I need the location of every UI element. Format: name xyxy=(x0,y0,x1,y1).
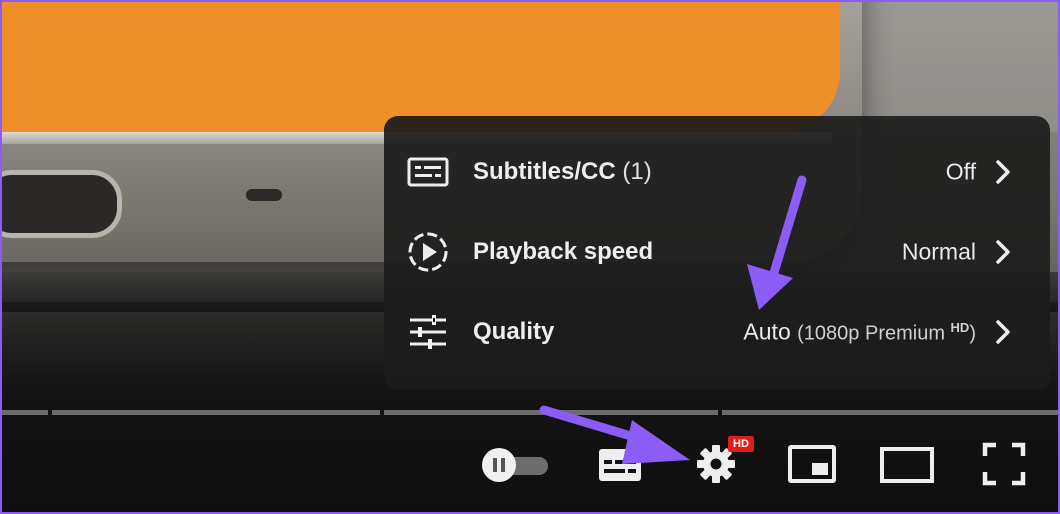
quality-mode: Auto xyxy=(743,318,791,345)
hd-badge: HD xyxy=(728,436,754,452)
menu-item-label: Subtitles/CC (1) xyxy=(473,158,652,186)
fullscreen-icon[interactable] xyxy=(982,442,1026,486)
menu-item-playback-speed[interactable]: Playback speed Normal xyxy=(384,212,1050,292)
quality-value: Auto (1080p Premium HD) xyxy=(743,319,976,346)
chevron-right-icon xyxy=(996,240,1010,264)
playback-speed-icon xyxy=(408,232,448,272)
chevron-right-icon xyxy=(996,320,1010,344)
settings-menu: Subtitles/CC (1) Off Playback speed Norm… xyxy=(384,116,1050,390)
playback-speed-value: Normal xyxy=(901,238,976,265)
quality-resolution: (1080p Premium xyxy=(797,322,945,345)
miniplayer-icon[interactable] xyxy=(788,444,836,484)
quality-hd-superscript: HD xyxy=(950,319,970,335)
autoplay-toggle[interactable] xyxy=(482,448,548,482)
menu-item-quality[interactable]: Quality Auto (1080p Premium HD) xyxy=(384,292,1050,372)
progress-chapter-segment[interactable] xyxy=(384,410,718,415)
subtitles-button[interactable] xyxy=(598,448,642,482)
subtitles-value: Off xyxy=(945,158,976,185)
progress-chapter-segment[interactable] xyxy=(52,410,380,415)
progress-chapter-segment[interactable] xyxy=(2,410,48,415)
playback-speed-label: Playback speed xyxy=(473,238,654,265)
theater-mode-icon[interactable] xyxy=(880,447,934,483)
autoplay-knob xyxy=(482,448,516,482)
quality-detail-close: ) xyxy=(969,322,976,345)
quality-detail: (1080p Premium HD) xyxy=(797,319,976,345)
progress-chapter-segment[interactable] xyxy=(722,410,1058,415)
progress-bar[interactable] xyxy=(2,410,1058,415)
quality-sliders-icon xyxy=(410,315,446,349)
subtitles-icon xyxy=(407,157,449,187)
pause-icon xyxy=(493,458,505,472)
subtitles-label: Subtitles/CC xyxy=(473,158,616,185)
menu-item-subtitles[interactable]: Subtitles/CC (1) Off xyxy=(384,132,1050,212)
video-mic-hole xyxy=(246,189,282,201)
video-player[interactable]: Subtitles/CC (1) Off Playback speed Norm… xyxy=(0,0,1060,514)
quality-label: Quality xyxy=(473,318,555,345)
video-phone-back xyxy=(2,2,840,132)
subtitles-count: (1) xyxy=(622,158,652,185)
chevron-right-icon xyxy=(996,160,1010,184)
video-usb-port xyxy=(2,170,122,238)
